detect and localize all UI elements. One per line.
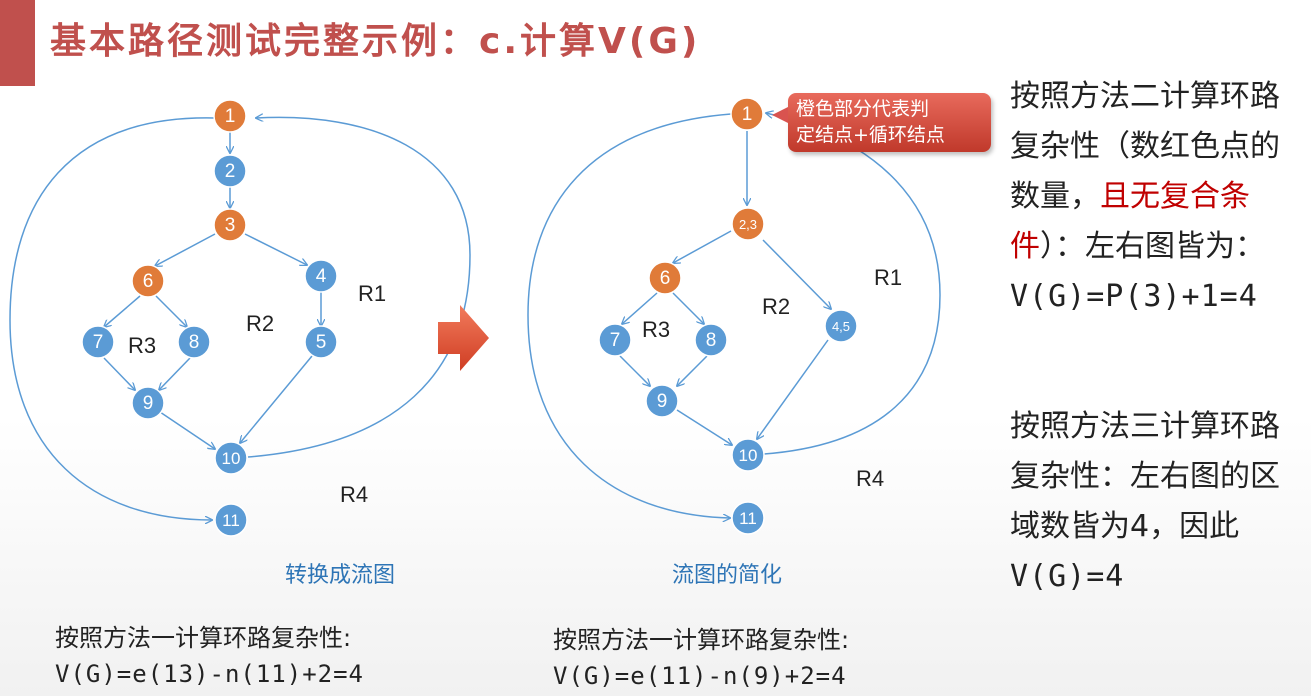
- left-formula: V(G)=e(13)-n(11)+2=4: [55, 660, 364, 688]
- left-node-label: 11: [222, 511, 240, 530]
- left-region-r2: R2: [246, 311, 274, 336]
- left-node-11: 11: [214, 503, 248, 537]
- right-node-label: 6: [660, 268, 671, 289]
- right-formula-label: 按照方法一计算环路复杂性:: [553, 626, 850, 654]
- edge-7-9: [619, 355, 650, 386]
- right-formula: V(G)=e(11)-n(9)+2=4: [553, 662, 847, 690]
- edge-3-4: [244, 233, 307, 265]
- left-node-label: 10: [222, 449, 241, 468]
- edge-1-11-loop: [527, 113, 732, 518]
- edge-6-7: [104, 295, 141, 327]
- method-two-formula: V(G)=P(3)+1=4: [1010, 279, 1258, 314]
- right-nodes: 1 2,3 6 4,5 7 8 9 10 11: [598, 97, 858, 535]
- right-node-label: 11: [739, 509, 757, 528]
- method-two-part2: ）：左右图皆为：: [1040, 229, 1265, 264]
- transform-arrow-icon: [438, 305, 489, 371]
- method-two-text: 按照方法二计算环路复杂性（数红色点的数量，且无复合条件）：左右图皆为： V(G)…: [1010, 72, 1308, 322]
- left-node-3: 3: [213, 208, 247, 242]
- right-node-label: 10: [739, 446, 758, 465]
- right-node-1: 1: [730, 97, 764, 131]
- edge-1-11-loop: [9, 117, 215, 520]
- right-formula-block: 按照方法一计算环路复杂性: V(G)=e(11)-n(9)+2=4: [553, 622, 849, 694]
- method-three-body: 按照方法三计算环路复杂性：左右图的区域数皆为4，因此: [1010, 409, 1280, 544]
- left-node-label: 9: [143, 393, 154, 414]
- left-node-label: 5: [316, 332, 327, 353]
- right-node-label: 7: [610, 330, 621, 351]
- right-node-6: 6: [648, 261, 682, 295]
- edge-45-10: [757, 339, 829, 439]
- right-node-label: 8: [706, 330, 717, 351]
- edge-7-9: [103, 357, 135, 390]
- right-region-r1: R1: [874, 265, 902, 290]
- edge-8-9: [677, 355, 708, 386]
- left-nodes: 1 2 3 4 5 6 7 8 9 10 11: [81, 99, 338, 537]
- left-node-1: 1: [213, 99, 247, 133]
- left-node-5: 5: [304, 325, 338, 359]
- edge-23-6: [673, 230, 732, 263]
- edge-10-1-loop: [763, 113, 941, 455]
- left-node-label: 1: [225, 106, 236, 127]
- decision-node-callout: 橙色部分代表判 定结点+循环结点: [772, 93, 991, 152]
- right-node-45: 4,5: [824, 309, 858, 343]
- left-graph-caption: 转换成流图: [285, 563, 396, 588]
- left-node-label: 4: [316, 266, 327, 287]
- left-node-8: 8: [177, 325, 211, 359]
- right-node-8: 8: [694, 323, 728, 357]
- left-formula-block: 按照方法一计算环路复杂性: V(G)=e(13)-n(11)+2=4: [55, 620, 364, 692]
- left-node-2: 2: [213, 154, 247, 188]
- right-region-r3: R3: [642, 317, 670, 342]
- left-formula-label: 按照方法一计算环路复杂性:: [55, 624, 352, 652]
- left-node-10: 10: [214, 441, 248, 475]
- left-region-r1: R1: [358, 281, 386, 306]
- edge-6-8: [672, 292, 704, 324]
- left-node-label: 7: [93, 332, 104, 353]
- callout-line-1: 橙色部分代表判: [796, 98, 930, 120]
- right-graph-caption: 流图的简化: [672, 563, 783, 588]
- right-node-7: 7: [598, 323, 632, 357]
- right-node-label: 4,5: [832, 319, 850, 334]
- right-node-label: 2,3: [739, 217, 757, 232]
- edge-9-10: [159, 411, 215, 449]
- edge-3-6: [155, 233, 216, 266]
- right-node-label: 9: [657, 391, 668, 412]
- right-node-label: 1: [742, 104, 753, 125]
- left-node-label: 3: [225, 215, 236, 236]
- edge-6-8: [155, 295, 187, 327]
- right-node-11: 11: [731, 501, 765, 535]
- method-three-text: 按照方法三计算环路复杂性：左右图的区域数皆为4，因此 V(G)=4: [1010, 402, 1308, 602]
- callout-line-2: 定结点+循环结点: [796, 124, 945, 146]
- left-node-label: 6: [143, 271, 154, 292]
- right-node-9: 9: [645, 384, 679, 418]
- right-region-r4: R4: [856, 466, 884, 491]
- right-region-r2: R2: [762, 294, 790, 319]
- left-node-label: 8: [189, 332, 200, 353]
- right-node-23: 2,3: [731, 207, 765, 241]
- method-three-formula: V(G)=4: [1010, 559, 1125, 594]
- left-node-9: 9: [131, 386, 165, 420]
- left-node-4: 4: [304, 259, 338, 293]
- edge-5-10: [240, 355, 313, 443]
- left-node-7: 7: [81, 325, 115, 359]
- left-region-r3: R3: [128, 333, 156, 358]
- right-node-10: 10: [731, 438, 765, 472]
- left-region-r4: R4: [340, 482, 368, 507]
- left-node-label: 2: [225, 161, 236, 182]
- edge-8-9: [159, 357, 191, 390]
- edge-9-10: [676, 409, 732, 445]
- left-node-6: 6: [131, 264, 165, 298]
